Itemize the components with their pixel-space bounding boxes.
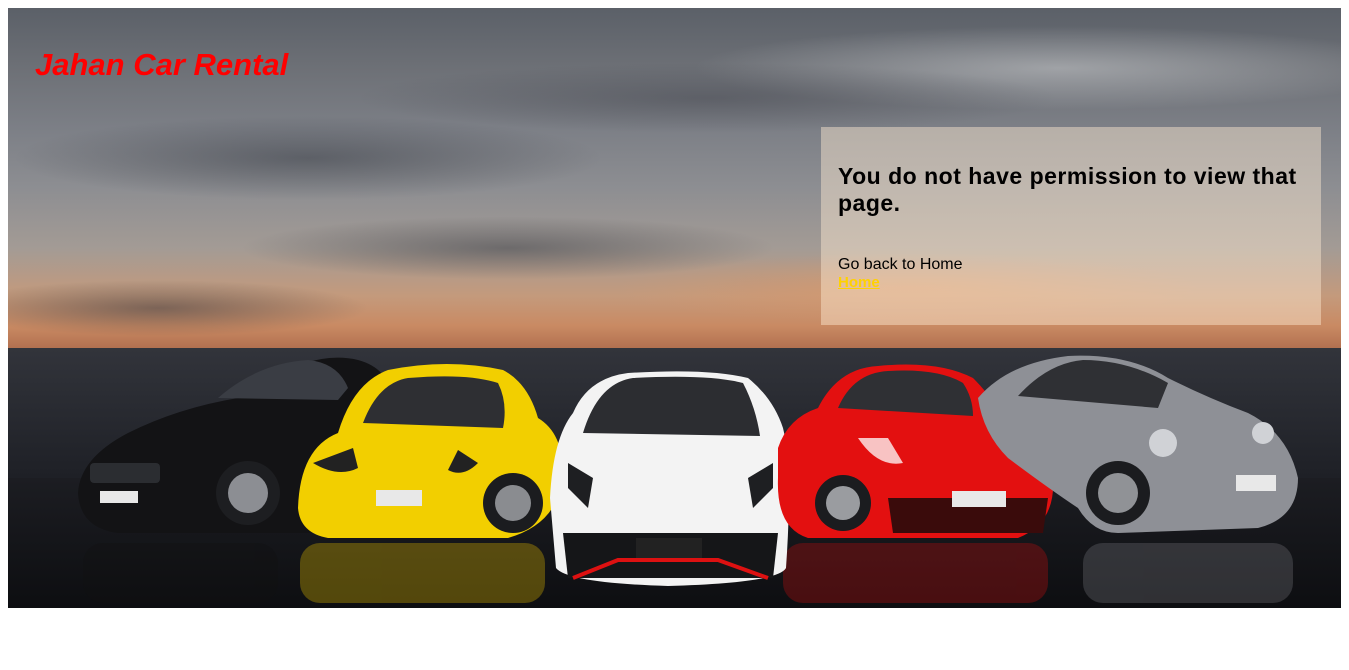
yellow-car-reflection — [300, 543, 545, 603]
cars-lineup-image — [78, 355, 1298, 603]
home-link[interactable]: Home — [838, 274, 880, 291]
silver-car-reflection — [1083, 543, 1293, 603]
brand-title: Jahan Car Rental — [35, 47, 289, 82]
permission-notice-panel: You do not have permission to view that … — [821, 127, 1321, 325]
black-car-reflection — [83, 543, 278, 603]
go-back-text: Go back to Home — [838, 256, 963, 273]
white-car — [550, 371, 789, 586]
red-car-reflection — [783, 543, 1048, 603]
permission-denied-message: You do not have permission to view that … — [838, 163, 1297, 216]
